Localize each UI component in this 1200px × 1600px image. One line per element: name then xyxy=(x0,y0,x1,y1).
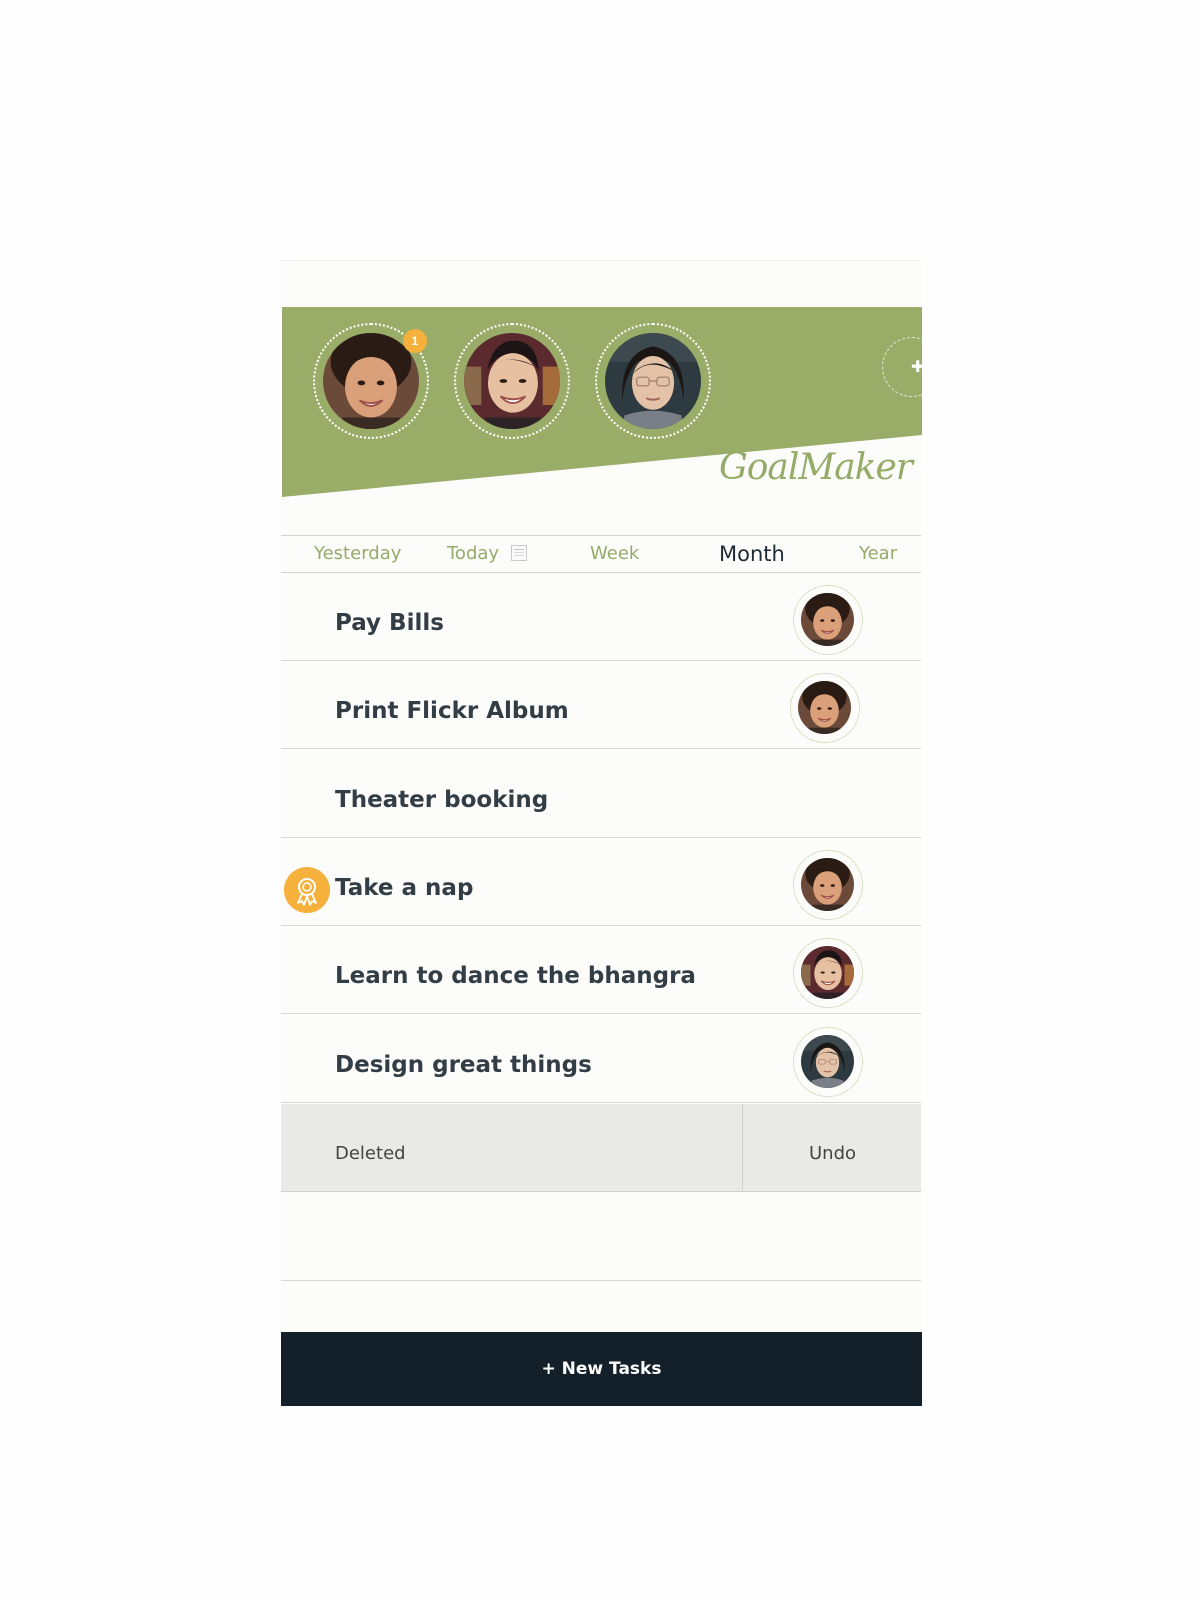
tab-month[interactable]: Month xyxy=(719,536,785,572)
goalmaker-app: 1 ✚ GoalMaker Yesterday Today Week Month… xyxy=(281,260,942,1407)
tab-week[interactable]: Week xyxy=(590,536,639,572)
notification-badge: 1 xyxy=(403,329,427,353)
award-icon[interactable] xyxy=(284,867,330,913)
task-title: Print Flickr Album xyxy=(335,698,569,724)
assignee-avatar[interactable] xyxy=(790,673,860,743)
undo-button[interactable]: Undo xyxy=(742,1104,922,1190)
calendar-icon[interactable] xyxy=(511,545,528,561)
member-avatar-2[interactable] xyxy=(454,323,570,439)
task-title: Take a nap xyxy=(335,875,474,901)
team-header: 1 ✚ GoalMaker xyxy=(282,307,942,517)
tab-today-label: Today xyxy=(447,543,500,564)
member-avatar-3[interactable] xyxy=(595,323,711,439)
assignee-avatar[interactable] xyxy=(793,850,863,920)
task-row[interactable]: Learn to dance the bhangra xyxy=(281,926,921,1014)
task-row[interactable]: Design great things xyxy=(281,1015,921,1103)
deleted-notice: Deleted Undo xyxy=(281,1104,921,1192)
member-avatar-1[interactable]: 1 xyxy=(313,323,429,439)
task-title: Learn to dance the bhangra xyxy=(335,963,696,989)
add-member-button[interactable]: ✚ xyxy=(882,337,942,397)
assignee-avatar[interactable] xyxy=(793,585,863,655)
app-logo: GoalMaker xyxy=(718,447,913,488)
deleted-label: Deleted xyxy=(335,1143,406,1164)
task-title: Design great things xyxy=(335,1052,592,1078)
tab-year[interactable]: Year xyxy=(859,536,897,572)
task-title: Pay Bills xyxy=(335,610,444,636)
assignee-avatar[interactable] xyxy=(793,938,863,1008)
task-row[interactable]: Print Flickr Album xyxy=(281,661,921,749)
period-tabs: Yesterday Today Week Month Year xyxy=(281,535,921,573)
empty-task-row[interactable] xyxy=(281,1192,921,1281)
task-row[interactable]: Theater booking xyxy=(281,750,921,838)
tab-yesterday[interactable]: Yesterday xyxy=(314,536,401,572)
assignee-avatar[interactable] xyxy=(793,1027,863,1097)
tab-today[interactable]: Today xyxy=(447,536,528,572)
plus-icon: ✚ xyxy=(911,357,925,376)
task-title: Theater booking xyxy=(335,787,549,813)
task-row[interactable]: Pay Bills xyxy=(281,573,921,661)
new-tasks-button[interactable]: + New Tasks xyxy=(281,1332,922,1406)
task-row[interactable]: Take a nap xyxy=(281,838,921,926)
